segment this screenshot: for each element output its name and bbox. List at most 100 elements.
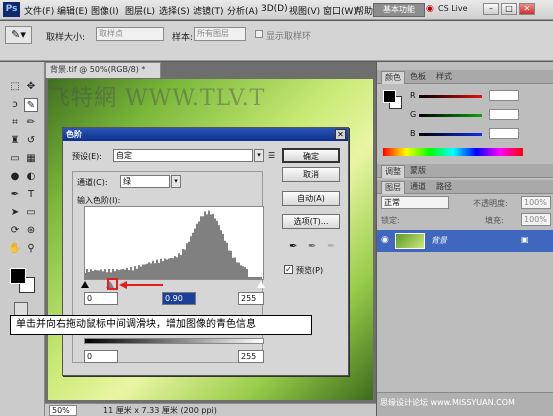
channel-g-label: G: [410, 110, 417, 119]
highlight-box: [107, 278, 118, 290]
menu-select[interactable]: 选择(S): [159, 4, 190, 17]
brush-tool-icon[interactable]: ✏: [24, 116, 38, 130]
history-brush-icon[interactable]: ↺: [24, 134, 38, 148]
menu-view[interactable]: 视图(V): [289, 4, 320, 17]
channel-b-slider[interactable]: [419, 133, 482, 136]
watermark-text: 飞特網 WWW.TLV.T: [48, 86, 266, 111]
channel-select[interactable]: 绿: [120, 175, 170, 188]
zoom-field[interactable]: 50%: [49, 405, 77, 416]
crop-tool-icon[interactable]: ⌗: [8, 116, 22, 130]
marquee-tool-icon[interactable]: ⬚: [8, 80, 22, 94]
tab-paths[interactable]: 路径: [433, 181, 455, 194]
cancel-button[interactable]: 取消: [282, 167, 340, 182]
input-black-field[interactable]: 0: [84, 292, 118, 305]
eyedropper-preset-icon[interactable]: ✎▾: [5, 26, 32, 44]
tab-channels[interactable]: 通道: [407, 181, 429, 194]
document-tab-title: 背景.tif @ 50%(RGB/8) *: [50, 65, 146, 74]
levels-dialog: 色阶 ✕ 预设(E): 自定 ▾ ☰ 通道(C): 绿 ▾ 输入色阶(I): 0…: [62, 127, 349, 376]
document-tab[interactable]: 背景.tif @ 50%(RGB/8) * ×: [45, 62, 161, 88]
auto-button[interactable]: 自动(A): [282, 191, 340, 206]
toolbox: ⬚ ✥ ↄ ✎ ⌗ ✏ ♜ ↺ ▭ ▦ ● ◐ ✒ T ➤ ▭ ⟳ ⊛ ✋ ⚲: [0, 62, 45, 416]
dialog-close-button[interactable]: ✕: [335, 129, 346, 140]
output-black-field[interactable]: 0: [84, 350, 118, 363]
right-panels: 颜色 色板 样式 R G B 调整 蒙版 图层 通道 路径 正常 不透明度: 1…: [377, 62, 553, 416]
menu-window[interactable]: 窗口(W): [323, 4, 357, 17]
eye-icon[interactable]: ◉: [381, 235, 389, 245]
color-spectrum-bar[interactable]: [383, 148, 523, 156]
menu-file[interactable]: 文件(F): [24, 4, 54, 17]
pen-tool-icon[interactable]: ✒: [8, 188, 22, 202]
panel-foreground-swatch[interactable]: [383, 90, 396, 103]
minimize-button[interactable]: –: [483, 3, 499, 15]
menu-filter[interactable]: 滤镜(T): [193, 4, 224, 17]
tab-swatches[interactable]: 色板: [407, 71, 429, 84]
quick-mask-icon[interactable]: [14, 302, 28, 316]
tab-styles[interactable]: 样式: [433, 71, 455, 84]
white-point-slider[interactable]: [257, 281, 265, 288]
preset-chevron-down-icon[interactable]: ▾: [254, 149, 264, 162]
menu-image[interactable]: 图像(I): [91, 4, 119, 17]
fill-field[interactable]: 100%: [521, 213, 551, 226]
close-button[interactable]: ✕: [519, 3, 535, 15]
workspace-button[interactable]: 基本功能: [373, 3, 425, 17]
preview-checkbox[interactable]: ✓: [284, 265, 293, 274]
blur-tool-icon[interactable]: ●: [8, 170, 22, 184]
zoom-tool-icon[interactable]: ⚲: [24, 242, 38, 256]
preset-label: 预设(E):: [72, 152, 102, 161]
layer-thumbnail: [395, 233, 425, 249]
show-ring-checkbox[interactable]: [255, 30, 263, 38]
tab-adjustments[interactable]: 调整: [381, 165, 405, 178]
shape-tool-icon[interactable]: ▭: [24, 206, 38, 220]
path-select-icon[interactable]: ➤: [8, 206, 22, 220]
channel-label: 通道(C):: [77, 178, 108, 187]
ok-button[interactable]: 确定: [282, 148, 340, 163]
eyedropper-tool-icon[interactable]: ✎: [24, 98, 38, 112]
channel-g-value[interactable]: [489, 109, 519, 120]
white-eyedropper-icon[interactable]: ✒: [327, 241, 335, 252]
black-point-slider[interactable]: [81, 281, 89, 288]
channel-r-slider[interactable]: [419, 95, 482, 98]
lasso-tool-icon[interactable]: ↄ: [8, 98, 22, 112]
restore-button[interactable]: □: [501, 3, 517, 15]
output-white-field[interactable]: 255: [238, 350, 264, 363]
sample-size-select[interactable]: 取样点: [96, 27, 164, 41]
sample-size-label: 取样大小:: [46, 33, 86, 43]
menu-3d[interactable]: 3D(D): [261, 4, 288, 14]
gray-eyedropper-icon[interactable]: ✒: [308, 241, 316, 252]
stamp-tool-icon[interactable]: ♜: [8, 134, 22, 148]
preset-menu-icon[interactable]: ☰: [268, 151, 278, 161]
opacity-field[interactable]: 100%: [521, 196, 551, 209]
channel-b-value[interactable]: [489, 128, 519, 139]
hand-tool-icon[interactable]: ✋: [8, 242, 22, 256]
menu-edit[interactable]: 编辑(E): [57, 4, 88, 17]
menu-analysis[interactable]: 分析(A): [227, 4, 258, 17]
tab-color[interactable]: 颜色: [381, 71, 405, 84]
cs-live-button[interactable]: CS Live: [438, 4, 468, 13]
input-white-field[interactable]: 255: [238, 292, 264, 305]
foreground-color-swatch[interactable]: [10, 268, 26, 284]
adjust-panel-tabs: 调整 蒙版: [377, 164, 553, 178]
preset-select[interactable]: 自定: [113, 149, 253, 162]
histogram-bars: [84, 210, 262, 279]
3d-orbit-icon[interactable]: ⊛: [24, 224, 38, 238]
channel-chevron-down-icon[interactable]: ▾: [171, 175, 181, 188]
blend-mode-select[interactable]: 正常: [381, 196, 449, 209]
channel-r-value[interactable]: [489, 90, 519, 101]
menu-layer[interactable]: 图层(L): [125, 4, 155, 17]
input-gray-field[interactable]: 0.90: [162, 292, 196, 305]
sample-label: 样本:: [172, 33, 194, 43]
tab-layers[interactable]: 图层: [381, 181, 405, 194]
layer-row[interactable]: ◉ 背景 ▣: [377, 230, 553, 252]
move-tool-icon[interactable]: ✥: [24, 80, 38, 94]
histogram: [84, 206, 264, 280]
eraser-tool-icon[interactable]: ▭: [8, 152, 22, 166]
black-eyedropper-icon[interactable]: ✒: [289, 241, 297, 252]
type-tool-icon[interactable]: T: [24, 188, 38, 202]
channel-g-slider[interactable]: [419, 114, 482, 117]
dodge-tool-icon[interactable]: ◐: [24, 170, 38, 184]
sample-select[interactable]: 所有图层: [194, 27, 246, 41]
tab-masks[interactable]: 蒙版: [407, 165, 429, 178]
options-button[interactable]: 选项(T)...: [282, 214, 340, 229]
gradient-tool-icon[interactable]: ▦: [24, 152, 38, 166]
3d-rotate-icon[interactable]: ⟳: [8, 224, 22, 238]
